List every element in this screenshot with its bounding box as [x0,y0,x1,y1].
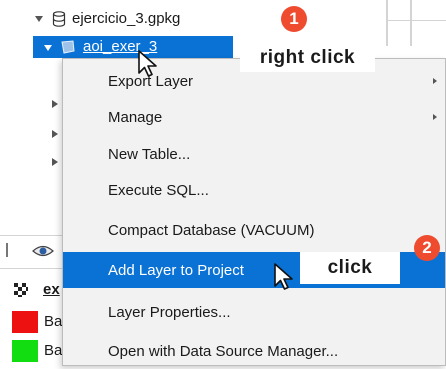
submenu-arrow-icon [433,78,437,84]
legend-row-label: Ba [44,342,63,359]
mouse-cursor-icon [138,50,157,77]
tree-item-root[interactable]: ejercicio_3.gpkg [0,8,260,30]
step-1-callout: right click [240,44,375,72]
panel-toolbar-border [0,268,62,269]
panel-divider [386,20,446,21]
menu-item-compact-database[interactable]: Compact Database (VACUUM) [63,212,445,248]
panel-toolbar-border [0,235,62,236]
legend-row-label: Ba [44,313,63,330]
collapsed-arrow-icon[interactable] [52,100,58,108]
menu-item-manage[interactable]: Manage [63,99,445,135]
legend-color-swatch-green [12,340,38,362]
legend-header-label: ex [43,281,60,298]
panel-divider [386,0,388,46]
step-2-callout: click [300,252,400,284]
eye-icon[interactable] [32,243,54,259]
panel-divider [410,0,412,46]
menu-item-label: Compact Database (VACUUM) [108,221,315,239]
menu-item-label: Execute SQL... [108,181,209,199]
handle-icon [6,243,8,257]
expand-arrow-icon[interactable] [44,45,52,51]
menu-item-layer-properties[interactable]: Layer Properties... [63,294,445,330]
expand-arrow-icon[interactable] [35,16,43,22]
menu-item-label: Add Layer to Project [108,261,244,279]
menu-item-open-with-data-source-manager[interactable]: Open with Data Source Manager... [63,333,445,369]
step-2-badge: 2 [414,235,440,261]
tree-item-label: ejercicio_3.gpkg [72,10,181,27]
collapsed-arrow-icon[interactable] [52,130,58,138]
legend-color-swatch-red [12,311,38,333]
menu-item-execute-sql[interactable]: Execute SQL... [63,172,445,208]
menu-item-label: Layer Properties... [108,303,231,321]
menu-item-label: Manage [108,108,163,126]
collapsed-arrow-icon[interactable] [52,158,58,166]
menu-item-label: Open with Data Source Manager... [108,342,339,360]
context-menu: Export Layer Manage New Table... Execute… [62,58,446,366]
mouse-cursor-icon [274,263,293,290]
submenu-arrow-icon [433,114,437,120]
database-icon [52,11,66,27]
polygon-layer-icon [61,40,75,54]
menu-item-new-table[interactable]: New Table... [63,136,445,172]
checkerboard-icon [14,283,28,297]
step-1-badge: 1 [281,6,307,32]
tree-item-selected-layer[interactable]: aoi_exer_3 [33,36,233,58]
menu-item-label: New Table... [108,145,191,163]
